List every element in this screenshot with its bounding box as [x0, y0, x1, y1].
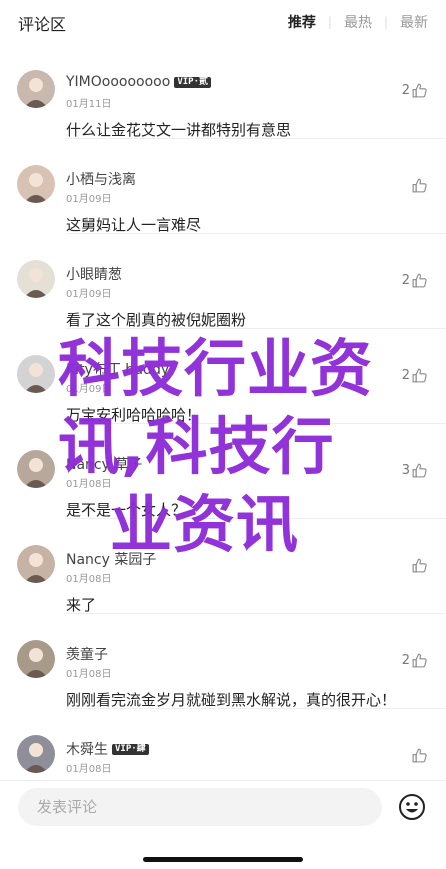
comment-item[interactable]: Nancy 菜园子 01月08日来了: [0, 519, 446, 614]
tab-newest[interactable]: 最新: [400, 12, 428, 32]
thumbs-up-icon: [410, 177, 428, 194]
thumbs-up-icon: [410, 367, 428, 384]
comment-username[interactable]: 小眼睛葱: [66, 264, 122, 284]
like-button[interactable]: [410, 557, 428, 574]
vip-badge: VIP·肆: [112, 743, 149, 755]
avatar-person-icon[interactable]: [17, 640, 55, 678]
tab-recommended[interactable]: 推荐: [288, 12, 316, 32]
avatar-woman-icon[interactable]: [17, 545, 55, 583]
comment-item[interactable]: Kity布丁 buddy 01月09日万宝安利哈哈哈哈！ 2: [0, 329, 446, 424]
like-count: 2: [401, 368, 410, 383]
comment-input[interactable]: [35, 797, 359, 817]
like-count: 2: [401, 273, 410, 288]
comment-username[interactable]: 小栖与浅离: [66, 169, 136, 189]
tab-hottest[interactable]: 最热: [344, 12, 372, 32]
comment-date: 01月08日: [66, 669, 112, 680]
comment-input-box[interactable]: [18, 788, 382, 826]
comment-footer: [0, 780, 446, 869]
like-count: 2: [401, 653, 410, 668]
comment-date: 01月09日: [66, 194, 112, 205]
comment-text: 刚刚看完流金岁月就碰到黑水解说，真的很开心！: [66, 691, 397, 709]
like-button[interactable]: 2: [402, 272, 428, 289]
vip-badge: VIP·贰: [174, 76, 211, 88]
username-text: 木舜生: [66, 742, 108, 758]
like-button[interactable]: 2: [402, 367, 428, 384]
like-button[interactable]: 2: [402, 652, 428, 669]
username-text: YIMOoooooooo: [66, 74, 171, 90]
comment-date: 01月09日: [66, 289, 112, 300]
comment-text: 来了: [66, 596, 97, 614]
comment-date: 01月08日: [66, 764, 112, 775]
comment-username[interactable]: Kity布丁 buddy: [66, 359, 169, 379]
like-count: 2: [401, 83, 410, 98]
comment-username[interactable]: YIMOoooooooo VIP·贰: [66, 74, 211, 90]
comment-item[interactable]: 小栖与浅离 01月09日这舅妈让人一言难尽: [0, 139, 446, 234]
comment-text: 这舅妈让人一言难尽: [66, 216, 202, 234]
thumbs-up-icon: [410, 82, 428, 99]
like-button[interactable]: 3: [402, 462, 428, 479]
like-button[interactable]: 2: [402, 82, 428, 99]
comment-header: 评论区 推荐 | 最热 | 最新: [0, 0, 446, 44]
comment-date: 01月11日: [66, 99, 112, 110]
comment-username[interactable]: 木舜生 VIP·肆: [66, 739, 149, 759]
comment-text: 看了这个剧真的被倪妮圈粉: [66, 311, 247, 329]
emoji-icon[interactable]: [398, 793, 426, 821]
avatar-dog-icon[interactable]: [17, 260, 55, 298]
avatar-cat-icon[interactable]: [17, 355, 55, 393]
like-button[interactable]: [410, 177, 428, 194]
comment-date: 01月09日: [66, 384, 112, 395]
thumbs-up-icon: [410, 462, 428, 479]
comment-username[interactable]: Nancy 菜园子: [66, 549, 156, 569]
page-title: 评论区: [18, 15, 67, 34]
comment-date: 01月08日: [66, 574, 112, 585]
thumbs-up-icon: [410, 272, 428, 289]
comment-item[interactable]: Nancy 草子 01月08日是不是一个女人？ 3: [0, 424, 446, 519]
like-count: 3: [401, 463, 410, 478]
comment-text: 什么让金花艾文一讲都特别有意思: [66, 121, 292, 139]
username-text: Kity布丁 buddy: [66, 362, 170, 378]
comment-list[interactable]: YIMOoooooooo VIP·贰 01月11日 什么让金花艾文一讲都特别有意思 2 小…: [0, 44, 446, 780]
thumbs-up-icon: [410, 747, 428, 764]
like-button[interactable]: [410, 747, 428, 764]
username-text: Nancy 草子: [66, 457, 143, 473]
username-text: 小栖与浅离: [66, 172, 136, 188]
thumbs-up-icon: [410, 557, 428, 574]
tab-divider: |: [383, 15, 388, 29]
comment-username[interactable]: Nancy 草子: [66, 454, 142, 474]
comment-item[interactable]: 木舜生 VIP·肆 01月08日: [0, 709, 446, 780]
comment-item[interactable]: YIMOoooooooo VIP·贰 01月11日什么让金花艾文一讲都特别有意思 2: [0, 44, 446, 139]
sort-tabs: 推荐 | 最热 | 最新: [288, 12, 428, 32]
avatar-woman-icon[interactable]: [17, 165, 55, 203]
username-text: 羡童子: [66, 647, 108, 663]
comment-item[interactable]: 小眼睛葱 01月09日看了这个剧真的被倪妮圈粉 2: [0, 234, 446, 329]
avatar-woman-icon[interactable]: [17, 450, 55, 488]
username-text: Nancy 菜园子: [66, 552, 157, 568]
tab-divider: |: [327, 15, 332, 29]
home-indicator: [143, 857, 303, 862]
username-text: 小眼睛葱: [66, 267, 122, 283]
comment-text: 是不是一个女人？: [66, 501, 187, 519]
avatar-woman-icon[interactable]: [17, 70, 55, 108]
comment-username[interactable]: 羡童子: [66, 644, 108, 664]
comment-date: 01月08日: [66, 479, 112, 490]
comment-item[interactable]: 羡童子 01月08日刚刚看完流金岁月就碰到黑水解说，真的很开心！ 2: [0, 614, 446, 709]
avatar-person-icon[interactable]: [17, 735, 55, 773]
comment-text: 万宝安利哈哈哈哈！: [66, 406, 202, 424]
thumbs-up-icon: [410, 652, 428, 669]
